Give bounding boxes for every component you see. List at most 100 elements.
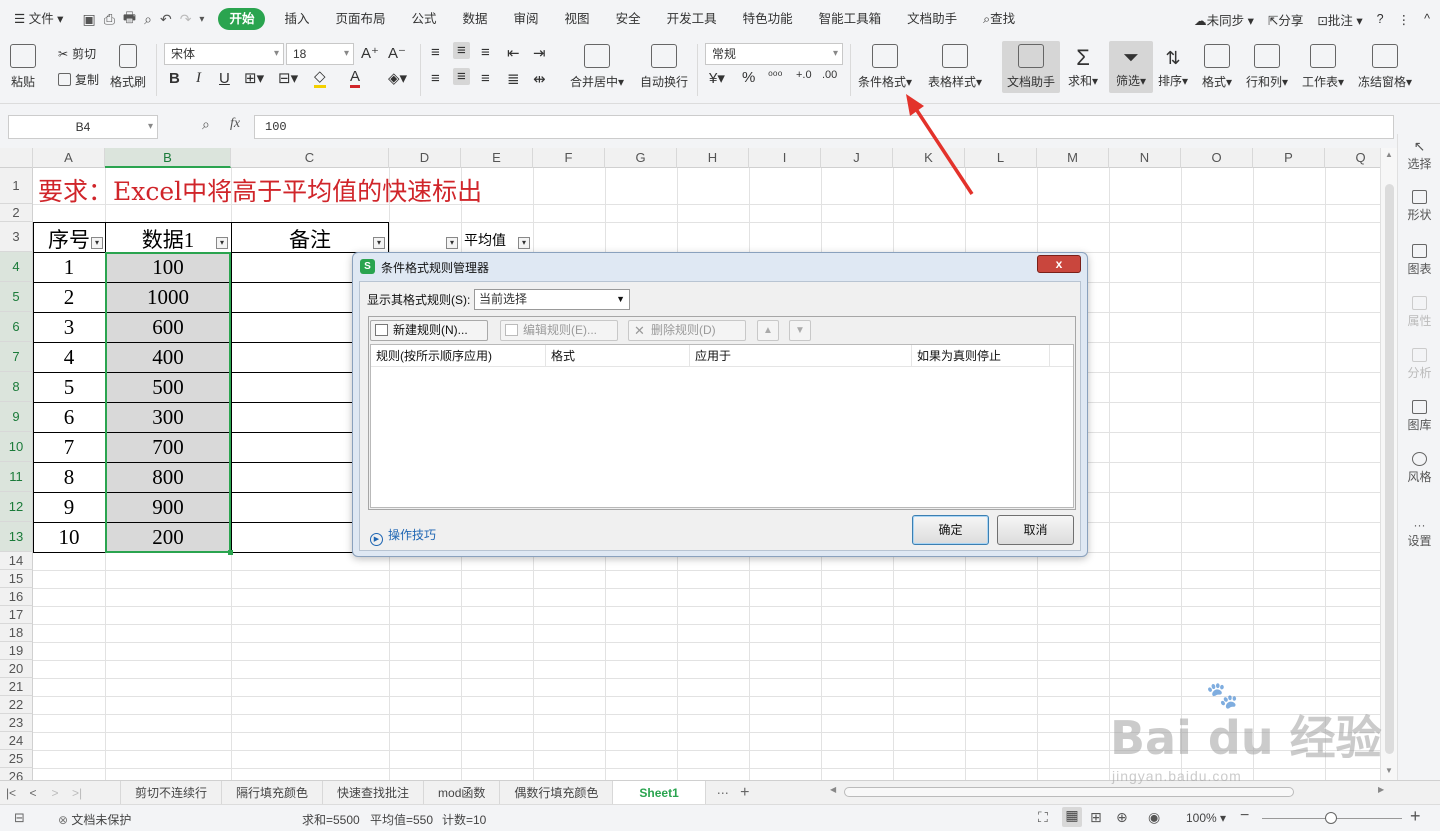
- col-header-f[interactable]: F: [533, 148, 605, 168]
- macro-icon[interactable]: ⊟: [14, 810, 25, 826]
- format-painter-button[interactable]: 格式刷: [110, 44, 146, 90]
- bold-button[interactable]: B: [169, 70, 180, 87]
- horizontal-scroll-thumb[interactable]: [844, 787, 1294, 797]
- row-col-button[interactable]: 行和列▾: [1246, 44, 1288, 90]
- new-rule-button[interactable]: 新建规则(N)...: [370, 320, 488, 341]
- seq-cell[interactable]: 6: [33, 405, 105, 430]
- name-box[interactable]: B4: [8, 115, 158, 139]
- col-header-n[interactable]: N: [1109, 148, 1181, 168]
- sidebar-item-properties[interactable]: 属性: [1398, 296, 1440, 329]
- paste-button[interactable]: 粘贴: [10, 44, 36, 90]
- col-header-c[interactable]: C: [231, 148, 389, 168]
- normal-view-icon[interactable]: ▦: [1062, 807, 1082, 827]
- tab-formulas[interactable]: 公式: [399, 0, 450, 38]
- share-button[interactable]: ⇱分享: [1268, 10, 1304, 29]
- distribute-icon[interactable]: ⇹: [533, 70, 546, 88]
- cell-style-icon[interactable]: ⊟▾: [278, 69, 298, 87]
- col-applies-to[interactable]: 应用于: [690, 345, 912, 367]
- tab-home[interactable]: 开始: [218, 8, 266, 30]
- seq-cell[interactable]: 2: [33, 285, 105, 310]
- seq-cell[interactable]: 10: [33, 525, 105, 550]
- sheet-tab[interactable]: mod函数: [424, 780, 501, 805]
- sidebar-item-shapes[interactable]: 形状: [1398, 190, 1440, 223]
- row-header-8[interactable]: 8: [0, 372, 33, 402]
- row-header-4[interactable]: 4: [0, 252, 33, 282]
- align-center-icon[interactable]: ≡: [453, 68, 470, 85]
- col-header-g[interactable]: G: [605, 148, 677, 168]
- filter-dropdown-icon[interactable]: ▾: [446, 237, 458, 249]
- row-header-25[interactable]: 25: [0, 750, 33, 768]
- col-header-m[interactable]: M: [1037, 148, 1109, 168]
- row-header-10[interactable]: 10: [0, 432, 33, 462]
- col-stop-if-true[interactable]: 如果为真则停止: [912, 345, 1050, 367]
- decrease-font-icon[interactable]: A⁻: [388, 44, 406, 62]
- tab-special-features[interactable]: 特色功能: [730, 0, 806, 38]
- sheet-tab[interactable]: 隔行填充颜色: [222, 780, 324, 805]
- tips-link[interactable]: ▶ 操作技巧: [370, 526, 436, 546]
- conditional-format-button[interactable]: 条件格式▾: [858, 44, 912, 90]
- align-right-icon[interactable]: ≡: [481, 70, 490, 87]
- row-header-21[interactable]: 21: [0, 678, 33, 696]
- row-header-15[interactable]: 15: [0, 570, 33, 588]
- more-sheets-icon[interactable]: ⋯: [712, 786, 734, 800]
- row-header-22[interactable]: 22: [0, 696, 33, 714]
- col-header-h[interactable]: H: [677, 148, 749, 168]
- number-format-select[interactable]: 常规: [705, 43, 843, 65]
- header-average-cell[interactable]: 平均值: [464, 230, 506, 250]
- add-sheet-button[interactable]: +: [734, 784, 756, 802]
- align-middle-icon[interactable]: ≡: [453, 42, 470, 59]
- doc-assistant-button[interactable]: 文档助手: [1002, 41, 1060, 93]
- show-rules-select[interactable]: 当前选择: [474, 289, 630, 310]
- filter-dropdown-icon[interactable]: ▾: [518, 237, 530, 249]
- redo-icon[interactable]: ↷: [180, 11, 192, 28]
- select-all-corner[interactable]: [0, 148, 33, 168]
- edit-rule-button[interactable]: 编辑规则(E)...: [500, 320, 618, 341]
- tab-data[interactable]: 数据: [450, 0, 501, 38]
- underline-button[interactable]: U: [219, 70, 230, 87]
- col-header-i[interactable]: I: [749, 148, 821, 168]
- decrease-decimal-icon[interactable]: .00: [822, 69, 837, 81]
- more-options-icon[interactable]: ⋮: [1398, 12, 1411, 27]
- move-up-button[interactable]: ▲: [757, 320, 779, 341]
- col-header-q[interactable]: Q: [1325, 148, 1380, 168]
- sheet-tab[interactable]: 快速查找批注: [323, 780, 425, 805]
- filter-dropdown-icon[interactable]: ▾: [373, 237, 385, 249]
- cancel-button[interactable]: 取消: [997, 515, 1074, 545]
- col-header-a[interactable]: A: [33, 148, 105, 168]
- row-header-2[interactable]: 2: [0, 204, 33, 222]
- italic-button[interactable]: I: [196, 70, 201, 87]
- print-icon[interactable]: 🖶: [123, 7, 136, 31]
- prev-sheet-icon[interactable]: <: [22, 786, 44, 800]
- zoom-level[interactable]: 100% ▾: [1186, 811, 1226, 825]
- format-button[interactable]: 格式▾: [1202, 44, 1232, 90]
- seq-cell[interactable]: 8: [33, 465, 105, 490]
- file-menu[interactable]: ☰ 文件 ▾: [0, 0, 76, 38]
- currency-icon[interactable]: ¥▾: [709, 69, 725, 87]
- row-header-14[interactable]: 14: [0, 552, 33, 570]
- col-header-o[interactable]: O: [1181, 148, 1253, 168]
- zoom-in-icon[interactable]: +: [1410, 806, 1421, 827]
- horizontal-scrollbar[interactable]: ◀ ▶: [830, 785, 1390, 799]
- scroll-down-icon[interactable]: ▼: [1385, 766, 1393, 775]
- sum-button[interactable]: Σ 求和▾: [1068, 44, 1098, 89]
- align-top-icon[interactable]: ≡: [431, 44, 440, 61]
- delete-rule-button[interactable]: ✕ 删除规则(D): [628, 320, 746, 341]
- seq-cell[interactable]: 5: [33, 375, 105, 400]
- fill-color-icon[interactable]: ◇: [314, 69, 326, 88]
- percent-button[interactable]: %: [742, 69, 755, 86]
- row-header-7[interactable]: 7: [0, 342, 33, 372]
- col-header-e[interactable]: E: [461, 148, 533, 168]
- align-left-icon[interactable]: ≡: [431, 70, 440, 87]
- row-header-19[interactable]: 19: [0, 642, 33, 660]
- page-break-view-icon[interactable]: ⊞: [1090, 809, 1102, 826]
- increase-font-icon[interactable]: A⁺: [361, 44, 379, 62]
- zoom-formula-icon[interactable]: ⌕: [202, 116, 210, 133]
- fx-button[interactable]: fx: [230, 116, 240, 132]
- row-header-12[interactable]: 12: [0, 492, 33, 522]
- sync-button[interactable]: ☁未同步 ▾: [1194, 10, 1254, 29]
- tab-developer[interactable]: 开发工具: [654, 0, 730, 38]
- row-header-6[interactable]: 6: [0, 312, 33, 342]
- sort-button[interactable]: ⇅ 排序▾: [1158, 44, 1188, 89]
- col-rule[interactable]: 规则(按所示顺序应用): [371, 345, 546, 367]
- collapse-ribbon-icon[interactable]: ^: [1424, 12, 1430, 26]
